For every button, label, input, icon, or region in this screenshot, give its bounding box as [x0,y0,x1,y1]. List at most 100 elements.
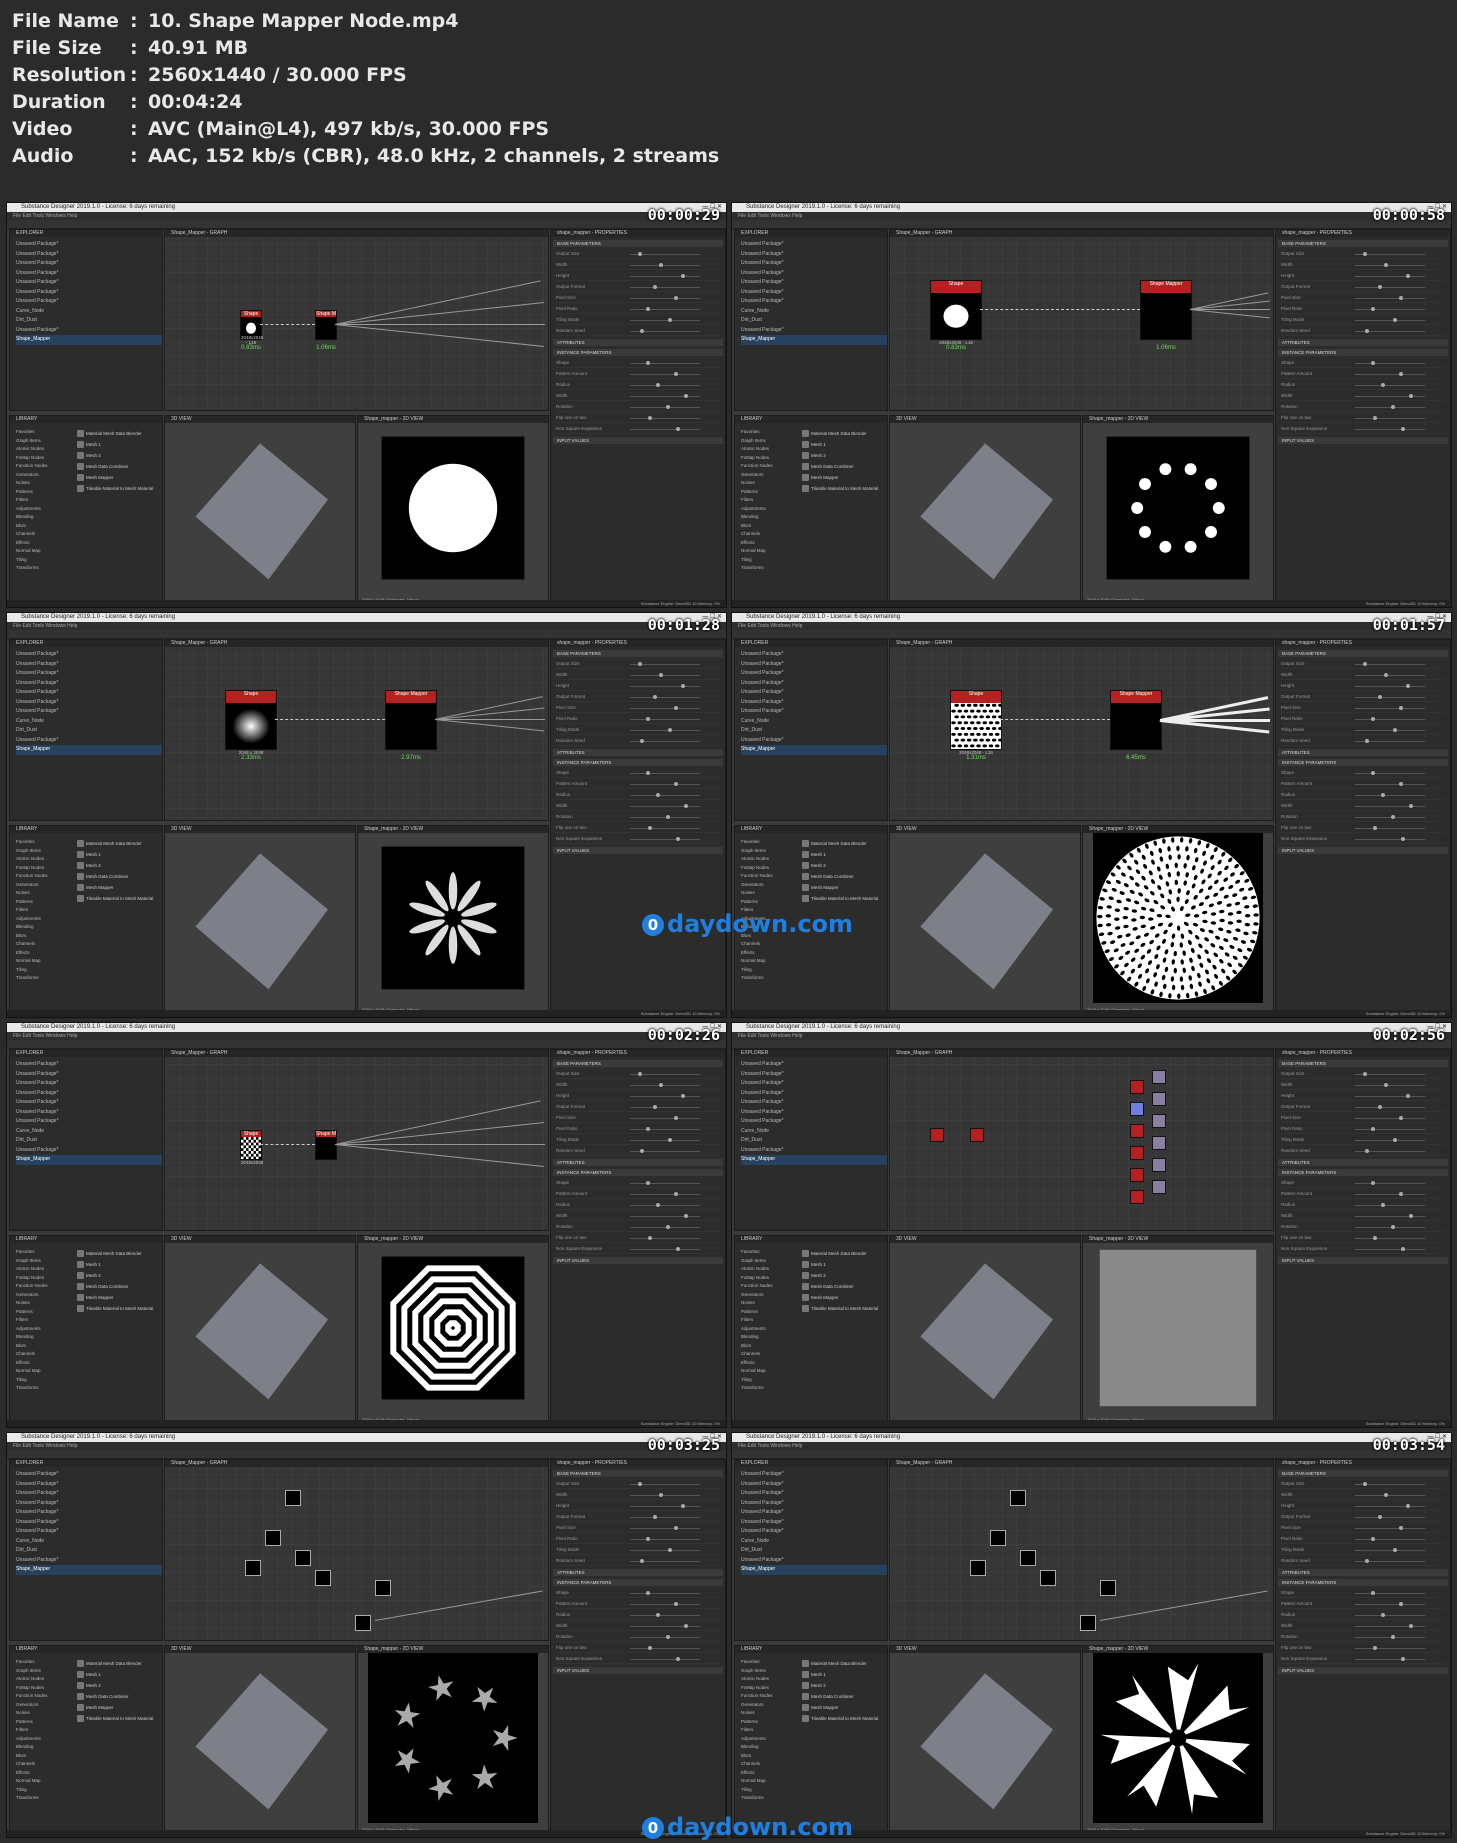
slider-handle[interactable] [647,1646,652,1650]
library-item[interactable]: Mesh 1 [801,849,885,860]
graph-node[interactable] [1152,1180,1166,1194]
library-category[interactable]: Blurs [737,1342,797,1351]
slider-handle[interactable] [680,274,685,278]
library-category[interactable]: FxMap Nodes [12,454,72,463]
library-category[interactable]: Function Nodes [12,1282,72,1291]
toolbar[interactable] [7,1040,726,1049]
property-slider[interactable] [1354,1216,1426,1217]
property-row[interactable]: Pixel Ratio [1281,1125,1445,1134]
property-slider[interactable] [1354,1238,1426,1239]
property-row[interactable]: Tiling Mode [1281,1136,1445,1145]
property-row[interactable]: Width [1281,671,1445,680]
slider-handle[interactable] [659,263,664,267]
library-category[interactable]: Normal Map [12,547,72,556]
library-category[interactable]: Patterns [12,1718,72,1727]
property-slider[interactable] [629,1183,701,1184]
library-category[interactable]: Normal Map [737,547,797,556]
library-category[interactable]: FxMap Nodes [12,1274,72,1283]
property-slider[interactable] [1354,1249,1426,1250]
property-row[interactable]: Pattern Amount [1281,1600,1445,1609]
property-slider[interactable] [1354,429,1426,430]
property-slider[interactable] [1354,1604,1426,1605]
library-category[interactable]: FxMap Nodes [12,1684,72,1693]
property-slider[interactable] [1354,730,1426,731]
property-slider[interactable] [629,418,701,419]
explorer-item[interactable]: Curve_Node [16,307,162,317]
explorer-item[interactable]: Unsaved Package* [741,297,887,307]
toolbar[interactable] [732,1450,1451,1459]
library-category[interactable]: Blending [737,1743,797,1752]
explorer-item[interactable]: Unsaved Package* [741,688,887,698]
properties-section[interactable]: BASE PARAMETERS [1278,650,1448,657]
graph-node[interactable] [355,1615,371,1631]
property-row[interactable]: Shape [1281,769,1445,778]
property-row[interactable]: Pattern Amount [556,370,720,379]
property-row[interactable]: Output Size [1281,1070,1445,1079]
property-row[interactable]: Flip one on two [556,1644,720,1653]
library-category[interactable]: Favorites [737,1658,797,1667]
library-category[interactable]: Generators [737,881,797,890]
property-row[interactable]: Output Size [556,660,720,669]
library-item[interactable]: Mesh 1 [76,1259,160,1270]
slider-handle[interactable] [1364,1559,1369,1563]
3d-preview-mesh[interactable] [890,423,1080,593]
slider-handle[interactable] [646,1181,651,1185]
library-category[interactable]: Patterns [737,1718,797,1727]
property-row[interactable]: Flip one on two [1281,414,1445,423]
property-row[interactable]: Rotation [556,813,720,822]
slider-handle[interactable] [665,1635,670,1639]
shape-node[interactable]: Shape 2048x2048 - L16 0.83ms [930,280,982,351]
property-row[interactable]: Output Format [556,283,720,292]
menu-bar[interactable]: File Edit Tools Windows Help [732,1032,1451,1040]
property-slider[interactable] [629,1506,701,1507]
2d-preview-image[interactable] [358,833,548,1003]
library-category[interactable]: Favorites [12,1248,72,1257]
slider-handle[interactable] [638,1482,642,1486]
property-row[interactable]: Output Format [556,1513,720,1522]
2d-preview-image[interactable] [1083,833,1273,1003]
slider-handle[interactable] [1363,1482,1367,1486]
slider-handle[interactable] [1408,1624,1413,1628]
property-slider[interactable] [629,320,701,321]
library-item[interactable]: Tileable Material to Mesh Material [76,893,160,904]
property-row[interactable]: Output Size [1281,1480,1445,1489]
explorer-item[interactable]: Unsaved Package* [16,736,162,746]
toolbar[interactable] [732,630,1451,639]
library-category[interactable]: Generators [737,471,797,480]
properties-section[interactable]: INPUT VALUES [553,847,723,854]
library-category[interactable]: FxMap Nodes [737,1684,797,1693]
2d-preview-image[interactable] [1083,1653,1273,1823]
property-row[interactable]: Pixel Size [556,704,720,713]
library-category[interactable]: Atomic Nodes [737,1675,797,1684]
slider-handle[interactable] [659,673,664,677]
explorer-item[interactable]: Unsaved Package* [16,1489,162,1499]
library-item[interactable]: Mesh 1 [801,1259,885,1270]
property-slider[interactable] [1354,1506,1426,1507]
explorer-item[interactable]: Unsaved Package* [741,1079,887,1089]
library-category[interactable]: Atomic Nodes [12,1265,72,1274]
property-row[interactable]: Radius [1281,1201,1445,1210]
property-slider[interactable] [629,773,701,774]
3d-preview-mesh[interactable] [165,833,355,1003]
slider-handle[interactable] [1364,329,1369,333]
property-row[interactable]: Width [1281,1212,1445,1221]
library-category[interactable]: Normal Map [12,1367,72,1376]
graph-panel[interactable]: Shape_Mapper - GRAPH Shape 2048x2048 - L16… [164,229,549,411]
property-slider[interactable] [1354,795,1426,796]
library-category[interactable]: Effects [12,1359,72,1368]
library-category[interactable]: Blurs [737,1752,797,1761]
property-slider[interactable] [629,1249,701,1250]
properties-section[interactable]: BASE PARAMETERS [1278,240,1448,247]
graph-node[interactable] [285,1490,301,1506]
explorer-item[interactable]: Shape_Mapper [741,1565,887,1575]
property-slider[interactable] [629,1648,701,1649]
explorer-item[interactable]: Unsaved Package* [741,1499,887,1509]
shape-mapper-node[interactable]: Shape Mapper1.06ms [315,310,337,351]
property-slider[interactable] [629,1194,701,1195]
library-category[interactable]: Atomic Nodes [737,1265,797,1274]
library-category[interactable]: Tiling [737,1786,797,1795]
property-slider[interactable] [629,1085,701,1086]
property-slider[interactable] [629,719,701,720]
property-slider[interactable] [629,806,701,807]
graph-node[interactable] [1130,1168,1144,1182]
